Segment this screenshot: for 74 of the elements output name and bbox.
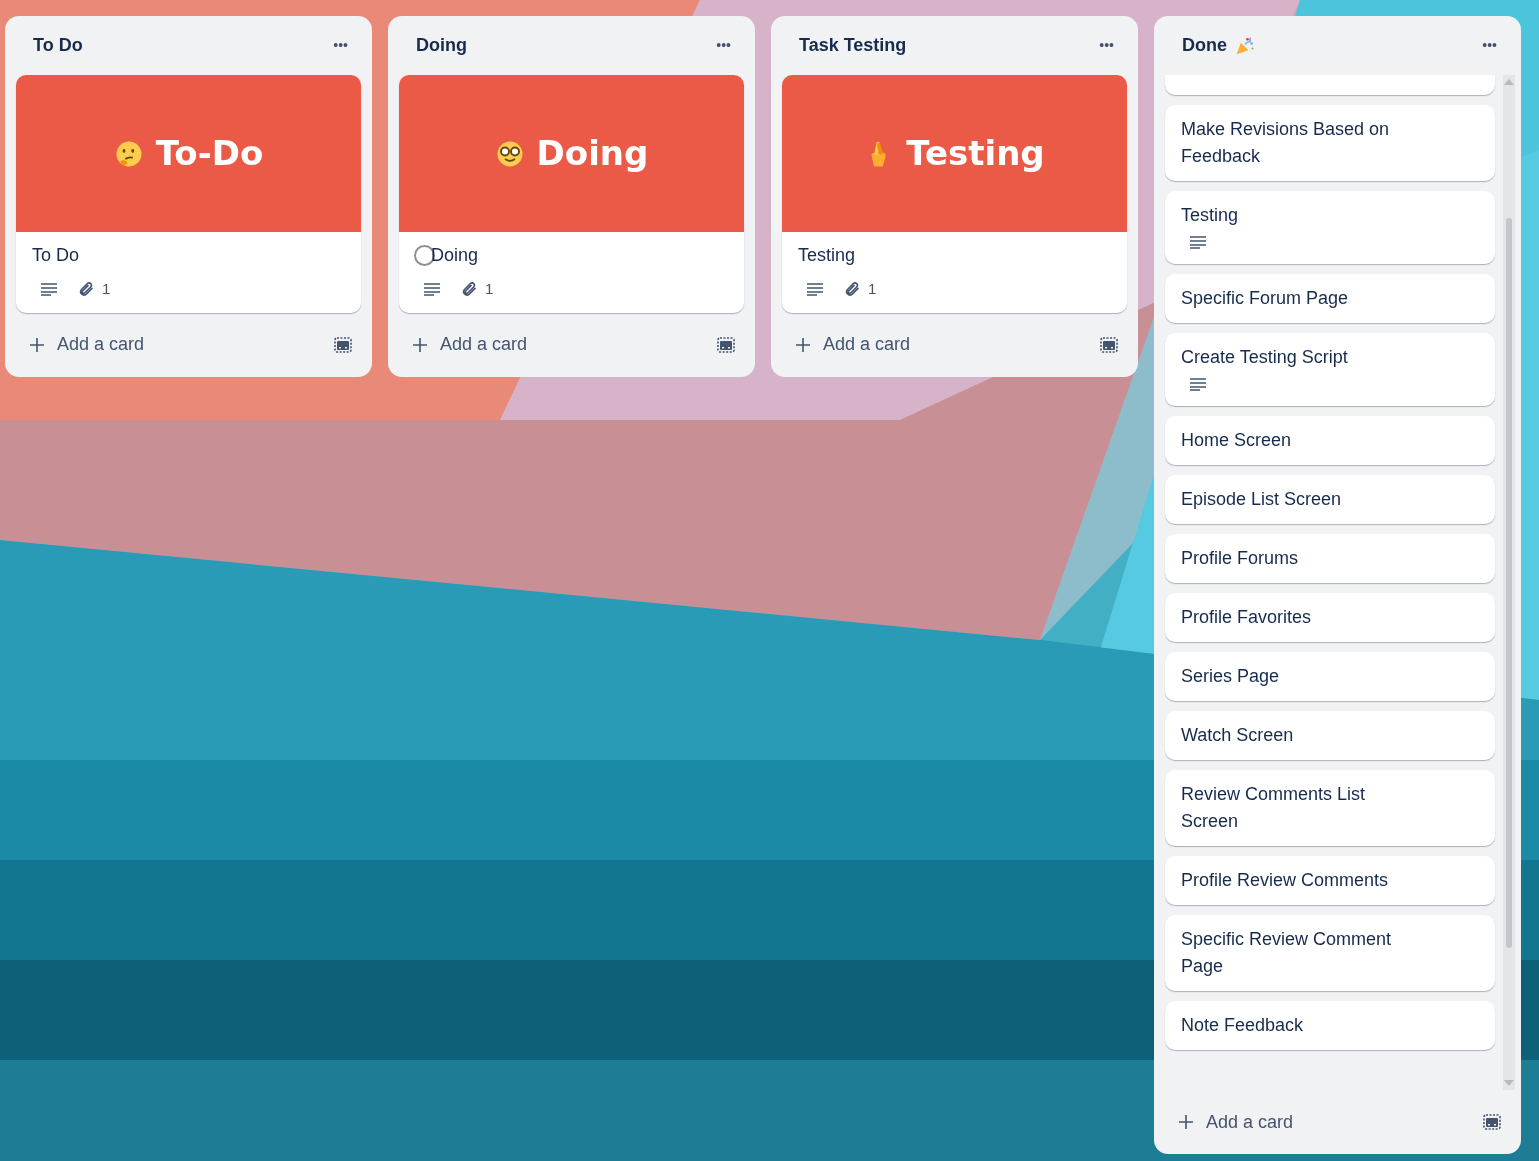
card-title: Home Screen xyxy=(1181,429,1293,452)
template-icon xyxy=(1100,336,1118,353)
card[interactable]: Profile Forums xyxy=(1165,534,1495,583)
attachment-count: 1 xyxy=(102,279,111,299)
card-title: Review Comments List Screen xyxy=(1181,783,1367,833)
card-title: Specific Forum Page xyxy=(1181,287,1350,310)
template-icon xyxy=(334,336,352,353)
paperclip-icon xyxy=(844,281,860,298)
card-title: Doing xyxy=(431,244,479,267)
card[interactable]: Specific Review Comment Page xyxy=(1165,915,1495,991)
description-icon xyxy=(40,282,58,297)
plus-icon xyxy=(1178,1114,1194,1130)
attachment-count: 1 xyxy=(485,279,494,299)
card-title: Make Revisions Based on Feedback xyxy=(1181,118,1391,168)
card[interactable]: To-Do To Do 1 xyxy=(16,75,361,313)
card[interactable]: Testing xyxy=(1165,191,1495,264)
cover-title: To-Do xyxy=(155,132,264,175)
card-title: Profile Review Comments xyxy=(1181,869,1390,892)
card-title: Testing xyxy=(798,244,856,267)
card[interactable]: Testing Testing 1 xyxy=(782,75,1127,313)
party-popper-icon xyxy=(1235,35,1255,56)
description-icon xyxy=(806,282,824,297)
list-menu-button[interactable]: ••• xyxy=(1095,35,1118,56)
add-card-button[interactable]: Add a card xyxy=(1178,1108,1294,1136)
template-button[interactable] xyxy=(717,336,735,353)
description-icon xyxy=(423,282,441,297)
card-title: Watch Screen xyxy=(1181,724,1295,747)
paperclip-icon xyxy=(461,281,477,298)
cover-title: Testing xyxy=(906,132,1045,175)
description-icon xyxy=(1189,235,1207,249)
card[interactable]: Create Testing Script xyxy=(1165,333,1495,406)
template-icon xyxy=(1483,1114,1501,1130)
plus-icon xyxy=(412,336,428,353)
template-button[interactable] xyxy=(1100,336,1118,353)
template-button[interactable] xyxy=(334,336,352,353)
list-title: Doing xyxy=(416,34,467,57)
cover-title: Doing xyxy=(536,132,649,175)
list-menu-button[interactable]: ••• xyxy=(329,35,352,56)
card-title: Specific Review Comment Page xyxy=(1181,928,1393,978)
card[interactable]: Series Page xyxy=(1165,652,1495,701)
plus-icon xyxy=(795,336,811,353)
add-card-button[interactable]: Add a card xyxy=(29,331,145,358)
card-title: Episode List Screen xyxy=(1181,488,1343,511)
card[interactable]: Note Feedback xyxy=(1165,1001,1495,1050)
description-icon xyxy=(1189,377,1207,391)
add-card-button[interactable]: Add a card xyxy=(795,331,911,358)
list-menu-button[interactable]: ••• xyxy=(712,35,735,56)
add-card-button[interactable]: Add a card xyxy=(412,331,528,358)
attachment-count: 1 xyxy=(868,279,877,299)
card-title: Note Feedback xyxy=(1181,1014,1305,1037)
card-title: Series Page xyxy=(1181,665,1281,688)
paperclip-icon xyxy=(78,281,94,298)
plus-icon xyxy=(29,336,45,353)
card-title: Testing xyxy=(1181,204,1240,227)
card[interactable]: Make Revisions Based on Feedback xyxy=(1165,105,1495,181)
card[interactable]: Review Comments List Screen xyxy=(1165,770,1495,846)
card[interactable]: Episode List Screen xyxy=(1165,475,1495,524)
card[interactable]: Profile Favorites xyxy=(1165,593,1495,642)
card-title: Profile Forums xyxy=(1181,547,1300,570)
card[interactable]: Doing Doing 1 xyxy=(399,75,744,313)
card[interactable]: Specific Forum Page xyxy=(1165,274,1495,323)
list-title: Task Testing xyxy=(799,34,907,57)
card[interactable]: Watch Screen xyxy=(1165,711,1495,760)
template-icon xyxy=(717,336,735,353)
card-title: To Do xyxy=(32,244,80,267)
list-title: To Do xyxy=(33,34,83,57)
template-button[interactable] xyxy=(1483,1114,1501,1130)
list-menu-button[interactable]: ••• xyxy=(1478,35,1501,56)
list-title: Done xyxy=(1182,34,1227,57)
card[interactable]: Home Screen xyxy=(1165,416,1495,465)
card[interactable]: Profile Review Comments xyxy=(1165,856,1495,905)
scrollbar[interactable] xyxy=(1503,75,1515,1090)
card-title: Create Testing Script xyxy=(1181,346,1349,369)
card-title: Profile Favorites xyxy=(1181,606,1313,629)
